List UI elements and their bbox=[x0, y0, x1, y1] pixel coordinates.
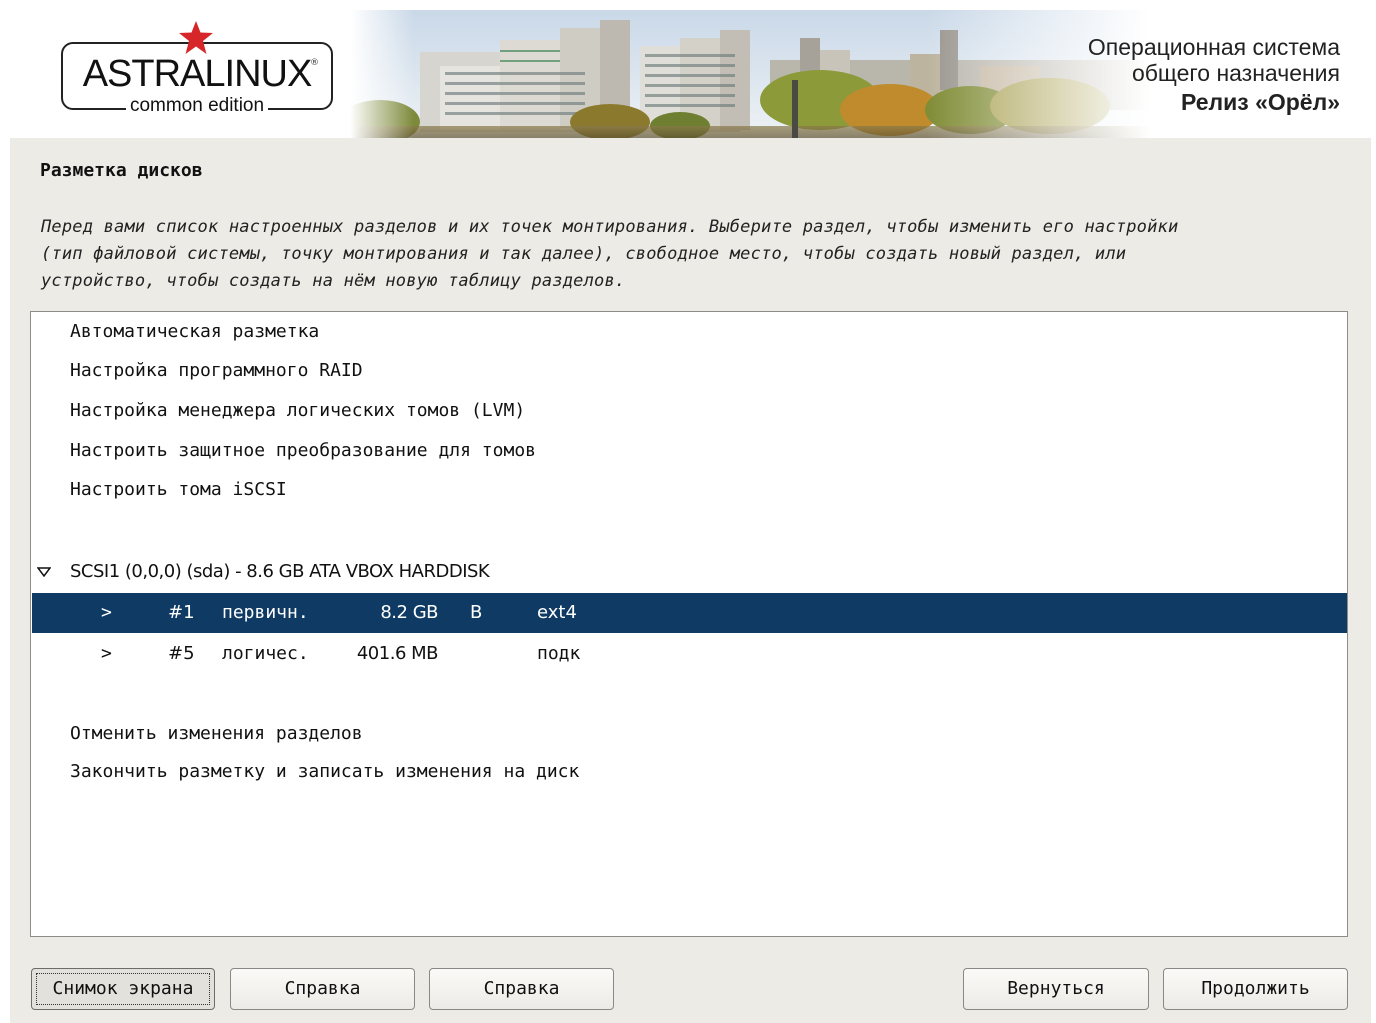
os-title-line2: общего назначения bbox=[1131, 60, 1340, 86]
disk-row-sda[interactable]: SCSI1 (0,0,0) (sda) - 8.6 GB ATA VBOX HA… bbox=[31, 552, 1347, 592]
continue-button[interactable]: Продолжить bbox=[1163, 968, 1348, 1010]
os-title: Операционная система общего назначения Р… bbox=[1088, 34, 1340, 118]
description-line: Перед вами список настроенных разделов и… bbox=[41, 217, 1179, 237]
menu-item-auto-partition[interactable]: Автоматическая разметка bbox=[70, 321, 319, 342]
help-button-secondary[interactable]: Справка bbox=[429, 968, 614, 1010]
description-line: устройство, чтобы создать на нём новую т… bbox=[41, 271, 626, 291]
partition-arrow: > bbox=[101, 602, 112, 623]
logo-name: ASTRALINUX bbox=[82, 53, 313, 95]
menu-item-encryption[interactable]: Настроить защитное преобразование для то… bbox=[70, 440, 536, 461]
city-panorama-image bbox=[350, 10, 1150, 138]
help-button[interactable]: Справка bbox=[230, 968, 415, 1010]
menu-item-iscsi[interactable]: Настроить тома iSCSI bbox=[70, 479, 287, 500]
star-icon bbox=[179, 21, 213, 54]
partition-row-1[interactable]: > #1 первичн. 8.2 GB B ext4 bbox=[32, 593, 1347, 633]
menu-item-lvm[interactable]: Настройка менеджера логических томов (LV… bbox=[70, 400, 525, 421]
triangle-down-icon[interactable] bbox=[37, 567, 51, 577]
page-title: Разметка дисков bbox=[40, 160, 203, 181]
partition-number: #1 bbox=[168, 602, 195, 623]
description-line: (тип файловой системы, точку монтировани… bbox=[41, 244, 1127, 264]
partition-number: #5 bbox=[168, 643, 195, 664]
partition-size: 401.6 MB bbox=[356, 643, 439, 664]
description: Перед вами список настроенных разделов и… bbox=[41, 214, 1341, 295]
partition-size: 8.2 GB bbox=[380, 602, 438, 623]
menu-item-finish-partitioning[interactable]: Закончить разметку и записать изменения … bbox=[70, 761, 579, 782]
logo-registered-mark: ® bbox=[310, 58, 319, 68]
header-banner: ASTRALINUX ® common edition Операционная… bbox=[0, 0, 1376, 138]
partition-type: первичн. bbox=[222, 602, 309, 623]
partition-type: логичес. bbox=[222, 643, 309, 664]
partition-filesystem: подк bbox=[537, 643, 581, 664]
menu-item-undo-changes[interactable]: Отменить изменения разделов bbox=[70, 723, 363, 744]
focus-ring bbox=[36, 973, 210, 1005]
partition-filesystem: ext4 bbox=[537, 602, 577, 623]
os-release: Релиз «Орёл» bbox=[1180, 89, 1340, 115]
screenshot-button[interactable]: Снимок экрана bbox=[31, 968, 215, 1010]
partition-boot-flag: B bbox=[470, 602, 483, 623]
back-button[interactable]: Вернуться bbox=[963, 968, 1149, 1010]
partition-row-5[interactable]: > #5 логичес. 401.6 MB подк bbox=[32, 634, 1347, 674]
logo-edition: common edition bbox=[125, 95, 269, 116]
partition-list[interactable]: Автоматическая разметка Настройка програ… bbox=[30, 311, 1348, 937]
installer-panel: Разметка дисков Перед вами список настро… bbox=[10, 138, 1371, 1023]
os-title-line1: Операционная система bbox=[1087, 34, 1340, 60]
disk-label: SCSI1 (0,0,0) (sda) - 8.6 GB ATA VBOX HA… bbox=[70, 561, 490, 582]
partition-arrow: > bbox=[101, 643, 112, 664]
menu-item-software-raid[interactable]: Настройка программного RAID bbox=[70, 360, 363, 381]
